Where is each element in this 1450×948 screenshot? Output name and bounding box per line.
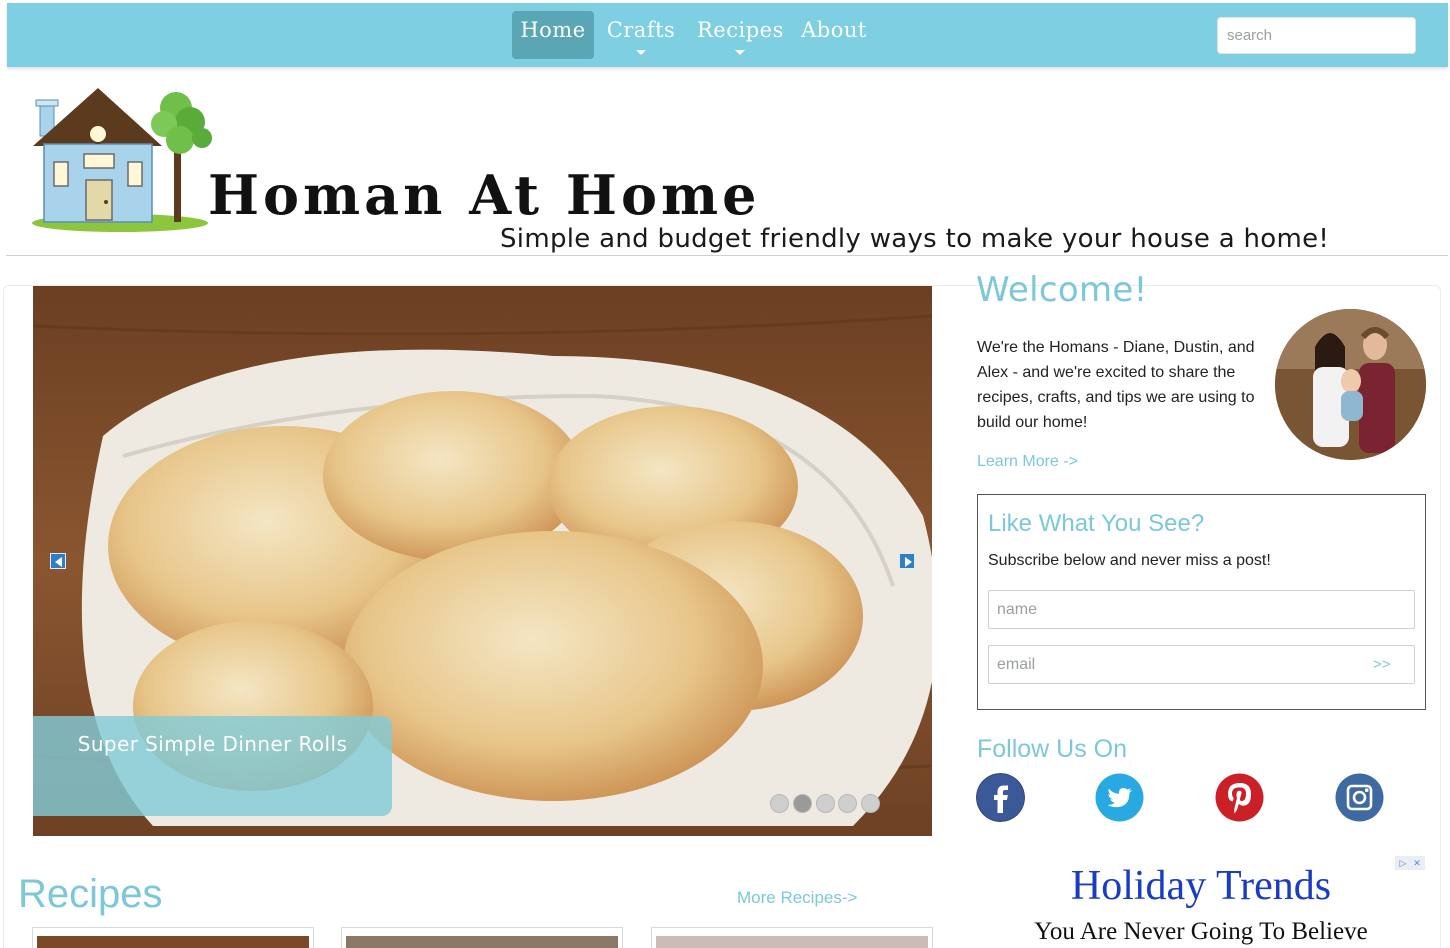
- recipe-card[interactable]: [341, 927, 623, 948]
- nav-item-label: Recipes: [697, 18, 784, 42]
- slide-caption-title[interactable]: Super Simple Dinner Rolls: [33, 732, 392, 756]
- recipe-thumbnail[interactable]: [656, 936, 928, 948]
- search-input[interactable]: [1217, 17, 1416, 54]
- slider-prev-button[interactable]: [50, 553, 66, 569]
- family-photo: [1275, 309, 1426, 460]
- slide-caption[interactable]: Super Simple Dinner Rolls: [33, 716, 392, 816]
- slider-dot[interactable]: [838, 794, 857, 813]
- slider-next-button[interactable]: [899, 553, 915, 569]
- slider-dot[interactable]: [770, 794, 789, 813]
- twitter-icon[interactable]: [1095, 773, 1144, 822]
- nav-item-about[interactable]: About: [798, 11, 870, 59]
- family-photo-image: [1275, 309, 1426, 460]
- caret-down-icon: [636, 50, 646, 55]
- recipe-card[interactable]: [651, 927, 933, 948]
- welcome-title: Welcome!: [976, 270, 1148, 310]
- house-logo-icon[interactable]: [30, 86, 216, 234]
- slider-dot[interactable]: [793, 794, 812, 813]
- caret-down-icon: [735, 50, 745, 55]
- pinterest-icon[interactable]: [1215, 773, 1264, 822]
- site-tagline: Simple and budget friendly ways to make …: [500, 224, 1330, 254]
- subscribe-text: Subscribe below and never miss a post!: [988, 552, 1271, 569]
- header-divider: [6, 255, 1448, 256]
- subscribe-email-input[interactable]: [988, 645, 1415, 684]
- learn-more-link[interactable]: Learn More ->: [977, 453, 1078, 471]
- subscribe-submit-button[interactable]: >>: [1373, 656, 1391, 673]
- nav-item-label: Crafts: [606, 18, 676, 42]
- nav-item-crafts[interactable]: Crafts: [603, 11, 679, 59]
- facebook-icon[interactable]: [976, 773, 1025, 822]
- arrow-left-icon: [55, 557, 62, 567]
- recipe-thumbnail[interactable]: [346, 936, 618, 948]
- recipes-heading: Recipes: [18, 872, 163, 916]
- ad-subheadline[interactable]: You Are Never Going To Believe: [976, 918, 1426, 946]
- ad-headline[interactable]: Holiday Trends: [976, 862, 1426, 910]
- site-title[interactable]: Homan At Home: [208, 163, 760, 227]
- subscribe-name-input[interactable]: [988, 590, 1415, 629]
- recipe-thumbnail[interactable]: [37, 936, 309, 948]
- welcome-text: We're the Homans - Diane, Dustin, and Al…: [977, 339, 1255, 431]
- top-navbar: Home Crafts Recipes About: [7, 3, 1448, 67]
- nav-item-label: About: [801, 18, 867, 42]
- instagram-icon[interactable]: [1335, 773, 1384, 822]
- nav-item-label: Home: [520, 18, 586, 42]
- nav-item-home[interactable]: Home: [512, 11, 594, 59]
- follow-title: Follow Us On: [977, 735, 1128, 763]
- subscribe-box: Like What You See? Subscribe below and n…: [977, 494, 1426, 710]
- subscribe-title: Like What You See?: [988, 510, 1205, 537]
- more-recipes-link[interactable]: More Recipes->: [737, 888, 857, 908]
- recipe-card[interactable]: [32, 927, 314, 948]
- nav-item-recipes[interactable]: Recipes: [697, 11, 783, 59]
- slider-dot[interactable]: [816, 794, 835, 813]
- arrow-right-icon: [905, 557, 912, 567]
- slider-dot[interactable]: [861, 794, 880, 813]
